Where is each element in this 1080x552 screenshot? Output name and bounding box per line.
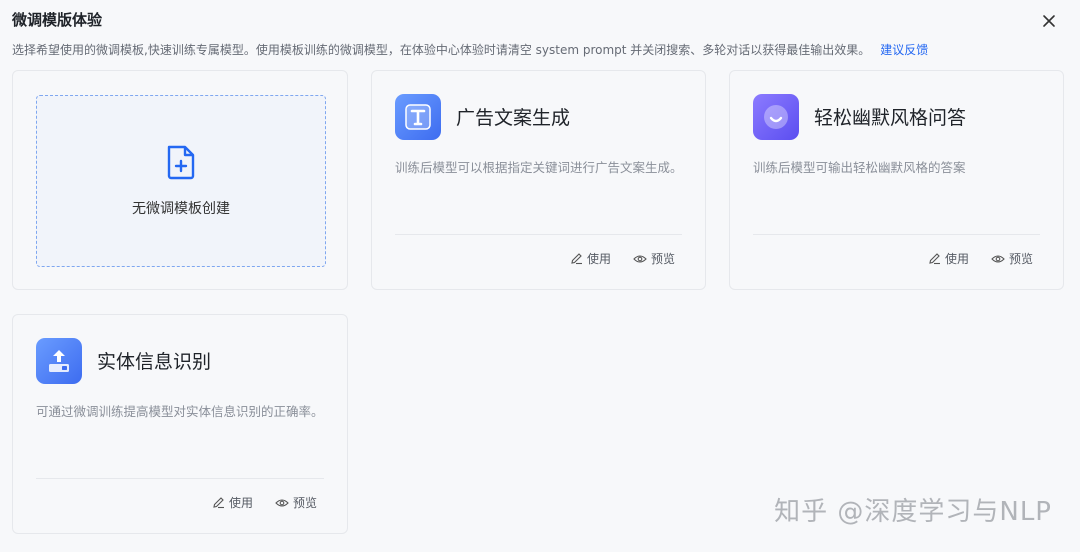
use-label: 使用 [228, 496, 253, 510]
preview-button[interactable]: 预览 [633, 250, 675, 267]
watermark: 知乎 @深度学习与NLP [774, 497, 1052, 527]
smile-icon [753, 94, 799, 140]
subtitle-text: 选择希望使用的微调模板,快速训练专属模型。使用模板训练的微调模型，在体验中心体验… [12, 43, 871, 57]
preview-label: 预览 [292, 496, 317, 510]
text-t-icon [395, 94, 441, 140]
eye-icon [991, 254, 1005, 264]
template-actions: 使用 预览 [570, 250, 675, 267]
template-desc: 可通过微调训练提高模型对实体信息识别的正确率。 [36, 404, 324, 419]
template-desc: 训练后模型可以根据指定关键词进行广告文案生成。 [395, 160, 683, 175]
use-button[interactable]: 使用 [570, 250, 611, 267]
close-icon[interactable] [1040, 12, 1058, 30]
use-label: 使用 [944, 252, 969, 266]
add-file-icon [165, 144, 197, 184]
edit-icon [928, 252, 941, 265]
edit-icon [212, 496, 225, 509]
template-name: 轻松幽默风格问答 [814, 107, 967, 129]
template-card-humor-qa[interactable]: 轻松幽默风格问答 训练后模型可输出轻松幽默风格的答案 使用 预览 [729, 70, 1064, 290]
dialog-title: 微调模版体验 [12, 11, 103, 29]
template-actions: 使用 预览 [212, 494, 317, 511]
template-card-ad-copy[interactable]: 广告文案生成 训练后模型可以根据指定关键词进行广告文案生成。 使用 预览 [371, 70, 706, 290]
feedback-link[interactable]: 建议反馈 [880, 43, 928, 57]
template-actions: 使用 预览 [928, 250, 1033, 267]
create-template-card: 无微调模板创建 [12, 70, 348, 290]
create-without-template-button[interactable]: 无微调模板创建 [36, 95, 326, 267]
template-name: 广告文案生成 [456, 107, 571, 129]
preview-button[interactable]: 预览 [991, 250, 1033, 267]
eye-icon [275, 498, 289, 508]
preview-button[interactable]: 预览 [275, 494, 317, 511]
divider [36, 478, 324, 479]
upload-entity-icon [36, 338, 82, 384]
preview-label: 预览 [650, 252, 675, 266]
eye-icon [633, 254, 647, 264]
use-label: 使用 [586, 252, 611, 266]
use-button[interactable]: 使用 [212, 494, 253, 511]
dialog-header: 微调模版体验 [12, 10, 1068, 30]
use-button[interactable]: 使用 [928, 250, 969, 267]
dialog-subtitle: 选择希望使用的微调模板,快速训练专属模型。使用模板训练的微调模型，在体验中心体验… [12, 41, 928, 59]
create-label: 无微调模板创建 [132, 201, 230, 217]
divider [395, 234, 682, 235]
preview-label: 预览 [1008, 252, 1033, 266]
divider [753, 234, 1040, 235]
template-name: 实体信息识别 [97, 351, 212, 373]
template-card-entity-recognition[interactable]: 实体信息识别 可通过微调训练提高模型对实体信息识别的正确率。 使用 预览 [12, 314, 348, 534]
edit-icon [570, 252, 583, 265]
template-desc: 训练后模型可输出轻松幽默风格的答案 [753, 160, 966, 175]
